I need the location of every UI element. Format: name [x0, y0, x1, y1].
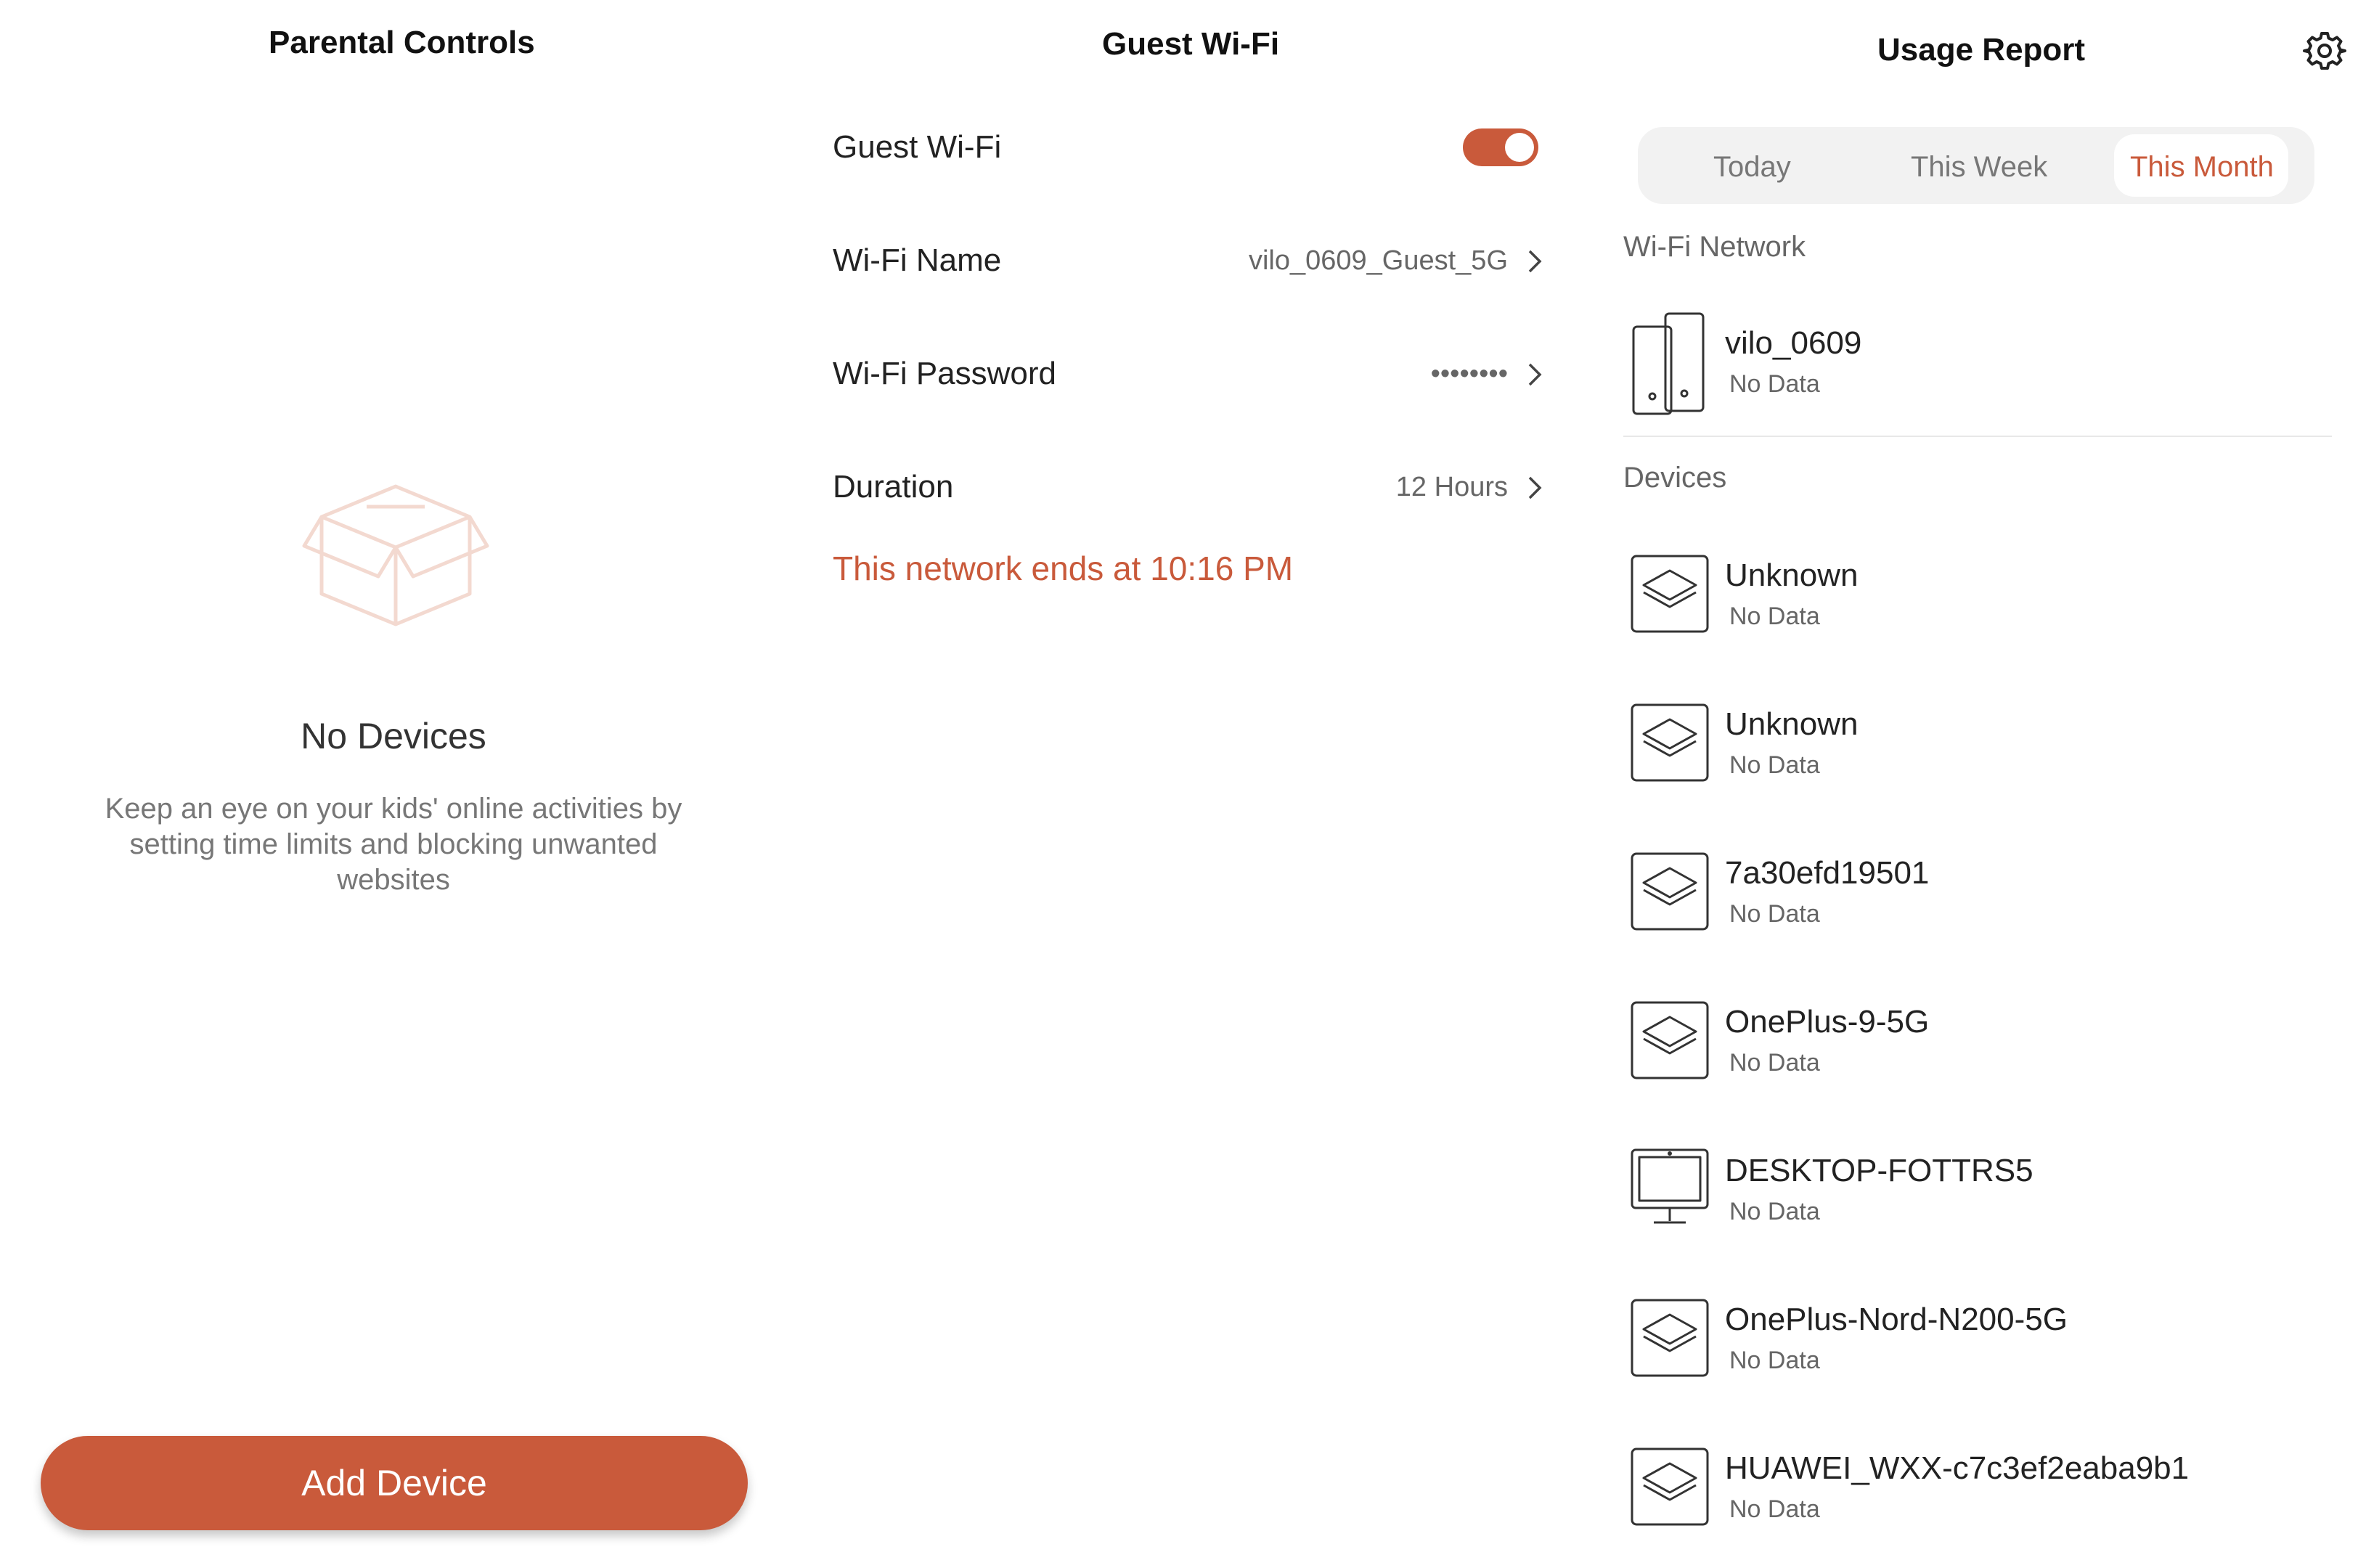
duration-value: 12 Hours [1395, 472, 1508, 502]
wifi-password-label: Wi-Fi Password [833, 356, 1057, 391]
network-end-notice: This network ends at 10:16 PM [833, 550, 1294, 587]
device-status: No Data [1729, 1049, 1820, 1077]
device-status: No Data [1729, 1198, 1820, 1225]
layers-icon [1631, 1299, 1709, 1377]
wifi-name-row[interactable]: Wi-Fi Name vilo_0609_Guest_5G [833, 232, 1546, 290]
empty-state-description: Keep an eye on your kids' online activit… [105, 793, 682, 896]
add-device-button[interactable]: Add Device [41, 1436, 748, 1530]
guest-wifi-title: Guest Wi-Fi [1102, 26, 1280, 62]
device-status: No Data [1729, 1347, 1820, 1374]
device-name: 7a30efd19501 [1725, 855, 1930, 891]
toggle-knob [1505, 133, 1534, 162]
layers-icon [1631, 555, 1709, 633]
tab-today[interactable]: Today [1713, 151, 1791, 184]
wifi-password-row[interactable]: Wi-Fi Password •••••••• [833, 346, 1546, 404]
usage-report-title: Usage Report [1877, 32, 2086, 68]
chevron-right-icon [1528, 250, 1542, 273]
list-item[interactable]: DESKTOP-FOTTRS5 No Data [1623, 1132, 2332, 1241]
device-status: No Data [1729, 603, 1820, 630]
gear-icon[interactable] [2303, 29, 2346, 73]
layers-icon [1631, 852, 1709, 931]
device-name: OnePlus-9-5G [1725, 1004, 1930, 1040]
tab-this-month[interactable]: This Month [2130, 151, 2274, 184]
network-item[interactable]: vilo_0609 No Data [1623, 303, 2332, 420]
duration-label: Duration [833, 469, 954, 505]
guest-wifi-toggle-label: Guest Wi-Fi [833, 129, 1002, 165]
device-name: OnePlus-Nord-N200-5G [1725, 1302, 2068, 1337]
list-item[interactable]: Unknown No Data [1623, 686, 2332, 795]
device-status: No Data [1729, 900, 1820, 928]
chevron-right-icon [1528, 476, 1542, 499]
list-item[interactable]: HUAWEI_WXX-c7c3ef2eaba9b1 No Data [1623, 1430, 2332, 1539]
tab-this-week[interactable]: This Week [1911, 151, 2047, 184]
layers-icon [1631, 703, 1709, 782]
wifi-network-section-label: Wi-Fi Network [1623, 231, 1806, 263]
device-name: DESKTOP-FOTTRS5 [1725, 1153, 2033, 1188]
device-status: No Data [1729, 1495, 1820, 1523]
router-icon [1632, 312, 1705, 415]
divider [1623, 436, 2332, 437]
network-name: vilo_0609 [1725, 325, 1862, 361]
devices-section-label: Devices [1623, 462, 1727, 494]
list-item[interactable]: Unknown No Data [1623, 537, 2332, 646]
wifi-name-value: vilo_0609_Guest_5G [1248, 245, 1508, 276]
duration-row[interactable]: Duration 12 Hours [833, 459, 1546, 517]
wifi-password-value: •••••••• [1430, 359, 1508, 389]
open-box-icon [302, 484, 489, 626]
chevron-right-icon [1528, 363, 1542, 386]
wifi-name-label: Wi-Fi Name [833, 242, 1002, 278]
monitor-icon [1631, 1148, 1709, 1224]
device-name: HUAWEI_WXX-c7c3ef2eaba9b1 [1725, 1450, 2190, 1486]
parental-controls-title: Parental Controls [269, 25, 535, 60]
network-status: No Data [1729, 370, 1820, 398]
layers-icon [1631, 1001, 1709, 1079]
empty-state-title: No Devices [301, 716, 486, 756]
list-item[interactable]: OnePlus-Nord-N200-5G No Data [1623, 1281, 2332, 1390]
layers-icon [1631, 1447, 1709, 1526]
list-item[interactable]: OnePlus-9-5G No Data [1623, 984, 2332, 1093]
device-name: Unknown [1725, 706, 1859, 742]
device-status: No Data [1729, 751, 1820, 779]
device-name: Unknown [1725, 558, 1859, 593]
list-item[interactable]: 7a30efd19501 No Data [1623, 835, 2332, 944]
